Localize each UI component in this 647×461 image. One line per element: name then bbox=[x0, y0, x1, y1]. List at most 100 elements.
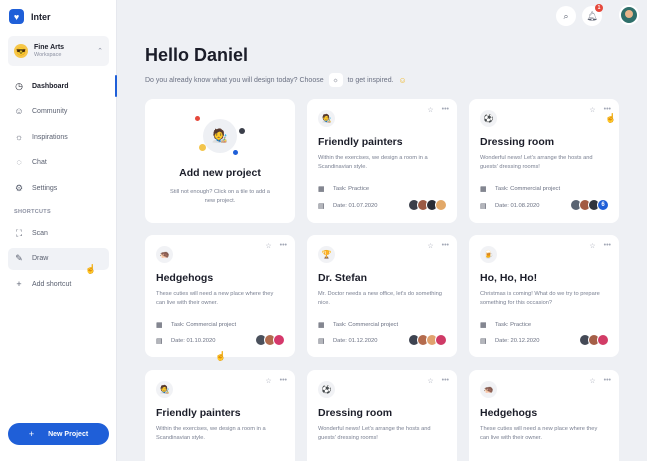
decor-dot bbox=[239, 128, 245, 134]
user-avatar[interactable] bbox=[619, 5, 639, 25]
date-text: Date: 01.07.2020 bbox=[333, 203, 378, 209]
project-card[interactable]: ☆ ••• 🍺 Ho, Ho, Ho! Christmas is coming! … bbox=[469, 235, 619, 357]
member-avatar[interactable] bbox=[273, 334, 285, 346]
more-icon[interactable]: ••• bbox=[280, 242, 287, 250]
calendar-icon: ▤ bbox=[318, 338, 325, 345]
card-actions: ☆ ••• bbox=[427, 242, 449, 250]
member-avatars bbox=[255, 334, 285, 346]
project-emoji: 🦔 bbox=[156, 246, 173, 263]
nav-label: Chat bbox=[32, 159, 47, 166]
project-card[interactable]: ☆ ••• ⚽ Dressing room Wonderful news! Let… bbox=[469, 99, 619, 223]
heart-logo-icon: ♥ bbox=[9, 9, 24, 24]
star-icon[interactable]: ☆ bbox=[427, 106, 433, 114]
project-card[interactable]: ☆ ••• 🧑‍🎨 Friendly painters Within the ex… bbox=[307, 99, 457, 223]
calendar-icon: ▤ bbox=[156, 338, 163, 345]
subtitle-text-after: to get inspired. bbox=[347, 76, 394, 84]
shortcut-add[interactable]: + Add shortcut bbox=[8, 273, 109, 295]
more-icon[interactable]: ••• bbox=[604, 242, 611, 250]
hand-cursor-icon: ☝ bbox=[215, 351, 227, 361]
star-icon[interactable]: ☆ bbox=[427, 377, 433, 385]
clock-icon: ◷ bbox=[15, 80, 23, 91]
more-icon[interactable]: ••• bbox=[442, 242, 449, 250]
more-icon[interactable]: ••• bbox=[442, 106, 449, 114]
hand-cursor-icon: ☝ bbox=[85, 264, 97, 274]
inspiration-bulb-button[interactable]: ☼ bbox=[328, 73, 343, 87]
star-icon[interactable]: ☆ bbox=[427, 242, 433, 250]
chat-icon: ◌ bbox=[16, 157, 22, 167]
date-text: Date: 01.12.2020 bbox=[333, 338, 378, 344]
nav-item-dashboard[interactable]: ◷ Dashboard bbox=[8, 75, 117, 97]
nav-item-community[interactable]: ☺ Community bbox=[8, 101, 109, 123]
project-title: Dr. Stefan bbox=[318, 272, 368, 284]
notification-badge: 1 bbox=[595, 4, 603, 12]
hand-cursor-icon: ☝ bbox=[605, 113, 617, 123]
decor-dot bbox=[233, 150, 238, 155]
star-icon[interactable]: ☆ bbox=[265, 242, 271, 250]
plus-icon: + bbox=[28, 429, 35, 439]
page-title: Hello Daniel bbox=[145, 45, 249, 65]
gear-icon: ⚙ bbox=[14, 182, 24, 193]
project-title: Dressing room bbox=[480, 136, 555, 148]
more-icon[interactable]: ••• bbox=[280, 377, 287, 385]
add-project-title: Add new project bbox=[179, 167, 261, 179]
decor-dot bbox=[199, 144, 206, 151]
project-title: Hedgehogs bbox=[156, 272, 214, 284]
member-avatar[interactable] bbox=[597, 334, 609, 346]
task-text: Task: Practice bbox=[333, 186, 370, 192]
more-icon[interactable]: ••• bbox=[604, 377, 611, 385]
calendar-icon: ▤ bbox=[318, 203, 325, 210]
add-project-description: Still not enough? Click on a tile to add… bbox=[170, 189, 270, 204]
brand[interactable]: ♥ Inter bbox=[9, 9, 51, 24]
grid-icon: ▦ bbox=[156, 322, 163, 329]
project-emoji: ⚽ bbox=[480, 110, 497, 127]
plus-icon: + bbox=[16, 278, 22, 289]
project-task: ▦ Task: Practice bbox=[480, 321, 531, 329]
member-avatar[interactable] bbox=[435, 334, 447, 346]
star-icon[interactable]: ☆ bbox=[589, 377, 595, 385]
project-description: These cuties will need a new place where… bbox=[156, 291, 274, 306]
project-task: ▦ Task: Practice bbox=[318, 185, 369, 193]
shortcut-scan[interactable]: ⛶ Scan bbox=[8, 222, 109, 244]
date-text: Date: 01.08.2020 bbox=[495, 203, 540, 209]
project-card[interactable]: ☆ ••• 🦔 Hedgehogs These cuties will need … bbox=[145, 235, 295, 361]
project-description: Wonderful news! Let's arrange the hosts … bbox=[318, 426, 431, 441]
project-card[interactable]: ☆ ••• 🦔 Hedgehogs These cuties will need … bbox=[469, 370, 619, 461]
member-avatars: 6 bbox=[570, 199, 609, 211]
smile-icon: ☺ bbox=[14, 106, 24, 116]
notifications-button[interactable]: 🔔︎ 1 bbox=[582, 4, 603, 26]
search-button[interactable]: ⌕ bbox=[556, 6, 576, 26]
member-avatar[interactable] bbox=[435, 199, 447, 211]
project-card[interactable]: ☆ ••• 🧑‍🎨 Friendly painters Within the ex… bbox=[145, 370, 295, 461]
project-emoji: 🧑‍🎨 bbox=[156, 381, 173, 398]
project-description: Within the exercises, we design a room i… bbox=[318, 155, 428, 170]
task-text: Task: Commercial project bbox=[495, 186, 561, 192]
brand-name: Inter bbox=[31, 11, 51, 22]
star-icon[interactable]: ☆ bbox=[265, 377, 271, 385]
nav-item-inspirations[interactable]: ☼ Inspirations bbox=[8, 126, 109, 148]
project-title: Friendly painters bbox=[156, 407, 241, 419]
project-description: Christmas is coming! What do we try to p… bbox=[480, 291, 600, 306]
project-description: Within the exercises, we design a room i… bbox=[156, 426, 266, 441]
grid-icon: ▦ bbox=[318, 186, 325, 193]
page-subtitle: Do you already know what you will design… bbox=[145, 73, 407, 87]
task-text: Task: Commercial project bbox=[333, 322, 399, 328]
project-card[interactable]: ☆ ••• 🏆 Dr. Stefan Mr. Doctor needs a new… bbox=[307, 235, 457, 357]
nav-label: Settings bbox=[32, 184, 58, 192]
project-task: ▦ Task: Commercial project bbox=[156, 321, 236, 329]
nav-item-chat[interactable]: ◌ Chat bbox=[8, 152, 109, 174]
workspace-switcher[interactable]: 😎 Fine Arts Workspace ⌃ bbox=[8, 36, 109, 66]
more-members-badge[interactable]: 6 bbox=[597, 199, 609, 211]
project-description: Wonderful news! Let's arrange the hosts … bbox=[480, 155, 593, 170]
add-project-illustration: 🧑‍🎨 bbox=[195, 114, 245, 164]
nav-item-settings[interactable]: ⚙ Settings bbox=[8, 177, 109, 199]
star-icon[interactable]: ☆ bbox=[589, 242, 595, 250]
task-text: Task: Commercial project bbox=[171, 322, 237, 328]
project-card[interactable]: ☆ ••• ⚽ Dressing room Wonderful news! Let… bbox=[307, 370, 457, 461]
project-task: ▦ Task: Commercial project bbox=[318, 321, 398, 329]
star-icon[interactable]: ☆ bbox=[589, 106, 595, 114]
main-nav: ◷ Dashboard ☺ Community ☼ Inspirations ◌… bbox=[8, 75, 117, 203]
new-project-button[interactable]: + New Project bbox=[8, 423, 109, 445]
more-icon[interactable]: ••• bbox=[442, 377, 449, 385]
subtitle-text-before: Do you already know what you will design… bbox=[145, 76, 324, 84]
add-project-card[interactable]: 🧑‍🎨 Add new project Still not enough? Cl… bbox=[145, 99, 295, 223]
